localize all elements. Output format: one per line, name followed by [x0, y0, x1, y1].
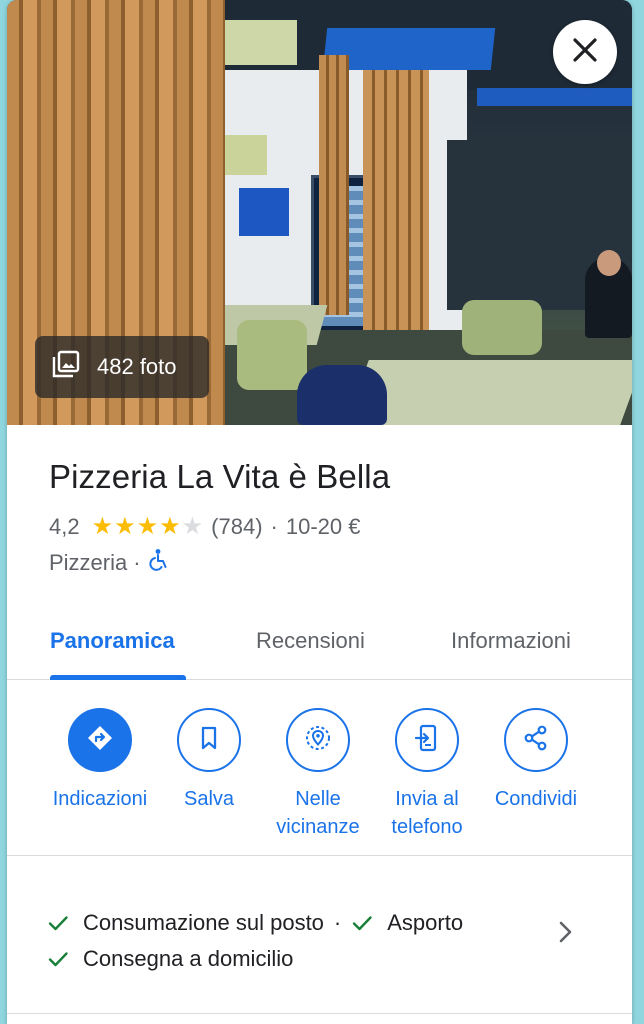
category-row: Pizzeria · — [49, 548, 632, 578]
send-to-phone-icon — [413, 723, 441, 758]
rating-row: 4,2 ★ ★ ★ ★ ★ (784) · 10-20 € — [49, 512, 632, 542]
tab-overview[interactable]: Panoramica — [50, 628, 175, 654]
service-options[interactable]: Consumazione sul posto · Asporto Consegn… — [7, 856, 632, 1014]
directions-icon — [85, 723, 115, 758]
price-range: 10-20 € — [285, 514, 361, 539]
share-icon — [522, 724, 550, 757]
service-options-line-1: Consumazione sul posto · Asporto — [47, 910, 463, 936]
bookmark-icon — [198, 725, 220, 756]
share-label: Condividi — [494, 788, 578, 810]
separator: · — [270, 514, 278, 539]
chevron-right-icon[interactable] — [555, 919, 575, 950]
place-panel: 482 foto Pizzeria La Vita è Bella 4,2 ★ … — [7, 0, 632, 1024]
service-options-line-2: Consegna a domicilio — [47, 946, 293, 972]
separator: · — [133, 550, 141, 575]
place-photo[interactable]: 482 foto — [7, 0, 632, 425]
send-to-phone-label: Invia al telefono — [391, 788, 463, 838]
place-category[interactable]: Pizzeria — [49, 550, 127, 576]
tab-about[interactable]: Informazioni — [451, 628, 571, 654]
star-icon: ★ — [91, 513, 114, 540]
star-icon: ★ — [159, 513, 181, 540]
close-icon — [572, 37, 598, 68]
rating-value: 4,2 — [49, 514, 80, 539]
star-icon: ★ — [136, 513, 159, 540]
place-name: Pizzeria La Vita è Bella — [49, 458, 391, 495]
photo-library-icon — [51, 349, 81, 385]
separator: · — [333, 910, 342, 935]
check-icon — [47, 948, 73, 970]
delivery-option: Consegna a domicilio — [83, 946, 294, 971]
action-bar: Indicazioni Salva Nelle vicinanze Invia … — [7, 680, 632, 856]
directions-label: Indicazioni — [52, 788, 148, 810]
star-empty-icon: ★ — [181, 513, 204, 540]
save-label: Salva — [183, 788, 235, 810]
review-count[interactable]: (784) — [211, 514, 262, 540]
nearby-label: Nelle vicinanze — [276, 788, 360, 838]
takeaway-option: Asporto — [387, 910, 464, 935]
share-button[interactable]: Condividi — [471, 708, 601, 813]
star-icon: ★ — [114, 513, 136, 540]
photos-button[interactable]: 482 foto — [35, 336, 209, 398]
dine-in-option: Consumazione sul posto — [83, 910, 324, 935]
check-icon — [47, 912, 73, 934]
star-rating[interactable]: ★ ★ ★ ★ ★ — [92, 515, 204, 539]
check-icon — [351, 912, 377, 934]
tab-reviews[interactable]: Recensioni — [256, 628, 365, 654]
close-button[interactable] — [553, 20, 617, 84]
photo-count: 482 foto — [97, 354, 177, 379]
wheelchair-accessible-icon — [147, 548, 169, 578]
nearby-icon — [303, 723, 333, 758]
tab-bar: Panoramica Recensioni Informazioni — [7, 612, 632, 680]
